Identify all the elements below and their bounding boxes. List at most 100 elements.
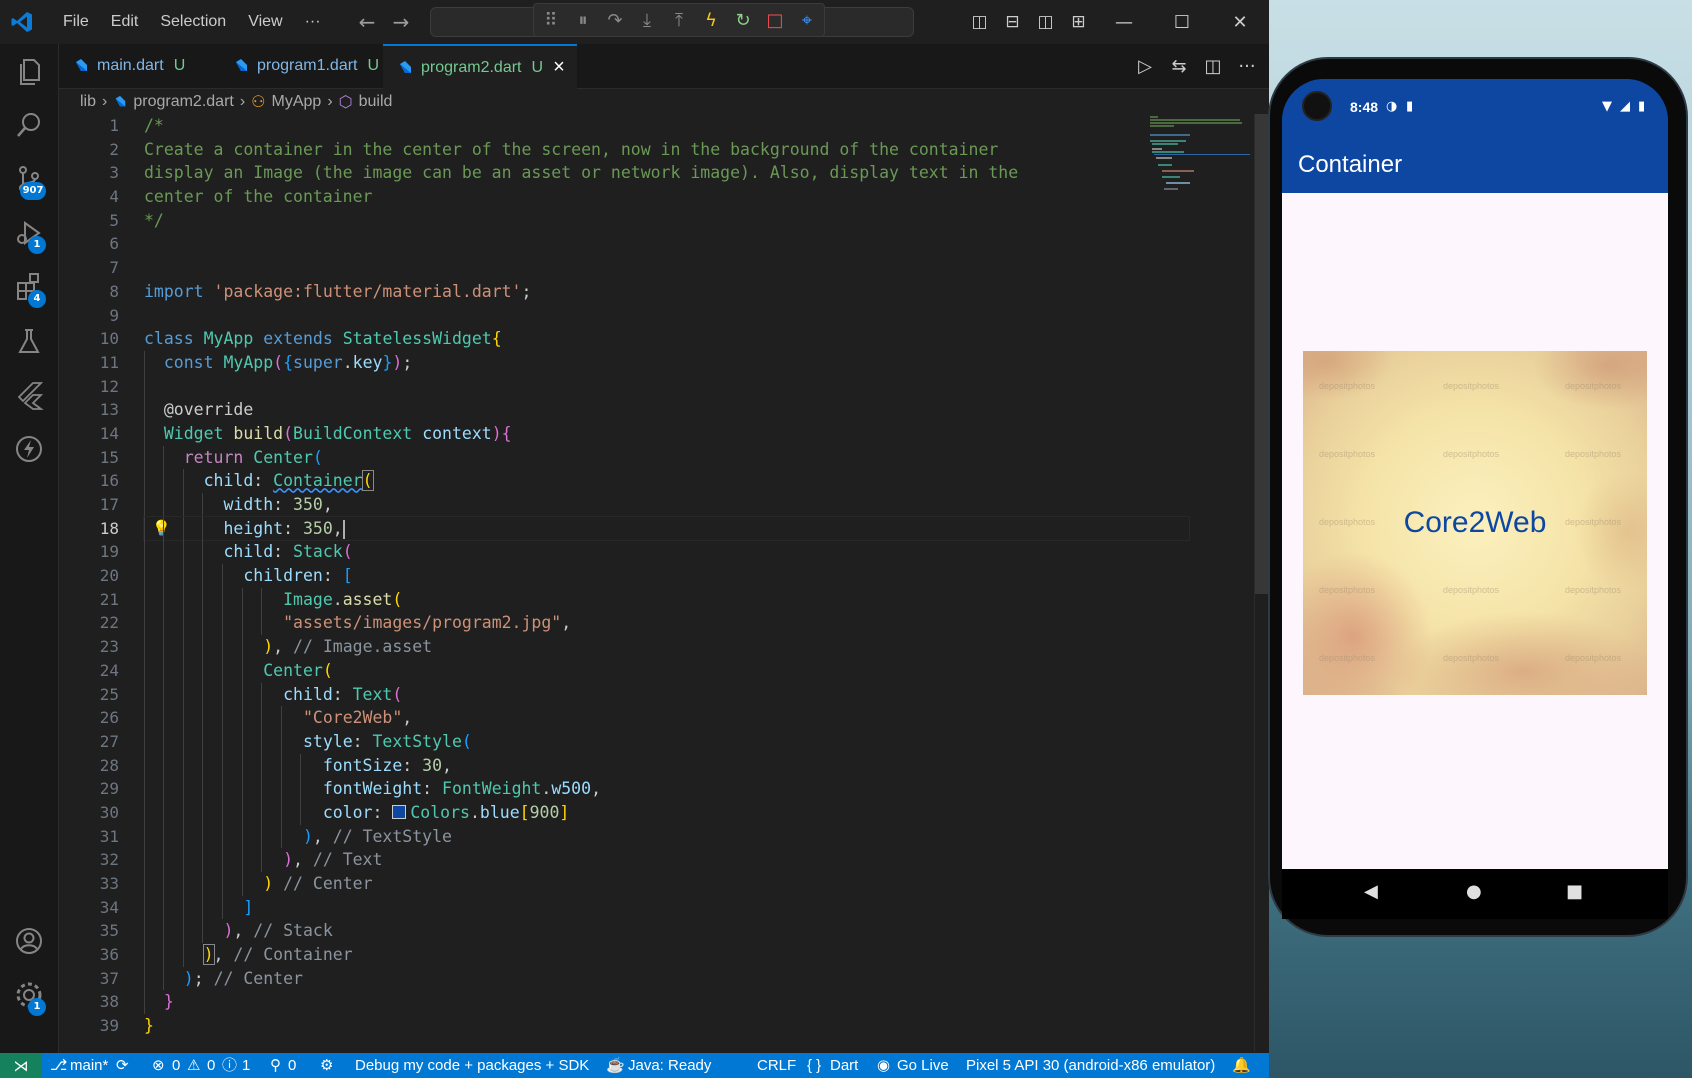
line-number[interactable]: 34 bbox=[59, 896, 119, 920]
more-actions-icon[interactable]: ··· bbox=[1237, 56, 1257, 77]
breadcrumb-file[interactable]: program2.dart bbox=[133, 93, 234, 111]
notifications-bell-icon[interactable]: 🔔 bbox=[1232, 1053, 1251, 1078]
language-mode[interactable]: Dart bbox=[830, 1053, 858, 1078]
nav-home-icon[interactable]: ● bbox=[1466, 881, 1482, 902]
line-number[interactable]: 33 bbox=[59, 872, 119, 896]
tab-main-dart[interactable]: main.dart U bbox=[73, 44, 223, 88]
hot-reload-icon[interactable]: ϟ bbox=[700, 10, 722, 31]
line-number[interactable]: 25 bbox=[59, 683, 119, 707]
ports-icon[interactable]: ⚲ bbox=[270, 1053, 281, 1078]
line-number[interactable]: 18 bbox=[59, 517, 119, 541]
menu-edit[interactable]: Edit bbox=[100, 13, 150, 31]
line-number[interactable]: 1 bbox=[59, 114, 119, 138]
scrollbar-thumb[interactable] bbox=[1255, 114, 1269, 594]
line-number[interactable]: 22 bbox=[59, 611, 119, 635]
search-icon[interactable] bbox=[0, 100, 58, 150]
line-number[interactable]: 38 bbox=[59, 990, 119, 1014]
sync-icon[interactable]: ⟳ bbox=[116, 1053, 129, 1078]
compare-changes-icon[interactable]: ⇆ bbox=[1169, 56, 1189, 77]
line-number[interactable]: 5 bbox=[59, 209, 119, 233]
source-control-icon[interactable]: 907 bbox=[0, 154, 58, 204]
line-number[interactable]: 3 bbox=[59, 161, 119, 185]
line-number[interactable]: 20 bbox=[59, 564, 119, 588]
maximize-icon[interactable]: ☐ bbox=[1153, 12, 1211, 33]
line-number[interactable]: 17 bbox=[59, 493, 119, 517]
line-number[interactable]: 28 bbox=[59, 754, 119, 778]
line-number[interactable]: 31 bbox=[59, 825, 119, 849]
restart-icon[interactable]: ↻ bbox=[732, 10, 754, 31]
line-number[interactable]: 29 bbox=[59, 777, 119, 801]
forward-arrow-icon[interactable]: → bbox=[390, 10, 412, 34]
editor-scrollbar[interactable] bbox=[1254, 114, 1269, 1052]
line-number[interactable]: 7 bbox=[59, 256, 119, 280]
step-into-icon[interactable]: ⤓ bbox=[636, 10, 658, 31]
code-editor[interactable]: 1 2 3 4 5 6 7 8 9 10 11 12 13 14 15 16 17 18 19 20 21 22 23 24 2… bbox=[59, 114, 1259, 1052]
line-number[interactable]: 30 bbox=[59, 801, 119, 825]
line-number[interactable]: 24 bbox=[59, 659, 119, 683]
breadcrumb-folder[interactable]: lib bbox=[80, 93, 96, 111]
line-number[interactable]: 2 bbox=[59, 138, 119, 162]
line-number[interactable]: 14 bbox=[59, 422, 119, 446]
run-debug-icon[interactable]: 1 bbox=[0, 208, 58, 258]
extensions-icon[interactable]: 4 bbox=[0, 262, 58, 312]
error-icon[interactable]: ⊗ bbox=[152, 1053, 165, 1078]
explorer-icon[interactable] bbox=[0, 46, 58, 96]
code-area[interactable]: /* Create a container in the center of t… bbox=[143, 114, 1190, 1038]
line-number[interactable]: 9 bbox=[59, 304, 119, 328]
settings-gear-icon[interactable]: 1 bbox=[0, 970, 58, 1020]
line-number[interactable]: 21 bbox=[59, 588, 119, 612]
customize-layout-icon[interactable]: ⊞ bbox=[1062, 12, 1095, 32]
line-number[interactable]: 35 bbox=[59, 919, 119, 943]
nav-recents-icon[interactable]: ■ bbox=[1566, 881, 1583, 902]
inspect-widget-icon[interactable]: ⌖ bbox=[796, 10, 818, 31]
close-tab-icon[interactable]: × bbox=[553, 56, 565, 79]
lightning-icon[interactable] bbox=[0, 424, 58, 474]
breadcrumb-method[interactable]: build bbox=[359, 93, 393, 111]
step-over-icon[interactable]: ↷ bbox=[604, 10, 626, 31]
pause-icon[interactable]: ⏸ bbox=[572, 10, 594, 31]
color-swatch[interactable] bbox=[392, 805, 407, 820]
menu-file[interactable]: File bbox=[52, 13, 100, 31]
nav-back-icon[interactable]: ◀ bbox=[1364, 881, 1378, 902]
device-selector[interactable]: Pixel 5 API 30 (android-x86 emulator) bbox=[966, 1053, 1215, 1078]
minimize-icon[interactable]: — bbox=[1095, 12, 1153, 33]
toggle-panel-icon[interactable]: ⊟ bbox=[996, 12, 1029, 32]
line-number[interactable]: 12 bbox=[59, 375, 119, 399]
line-number[interactable]: 4 bbox=[59, 185, 119, 209]
stop-icon[interactable]: □ bbox=[764, 10, 786, 31]
flutter-icon[interactable] bbox=[0, 370, 58, 420]
debug-mode[interactable]: Debug my code + packages + SDK bbox=[355, 1053, 589, 1078]
error-count[interactable]: 0 bbox=[172, 1053, 180, 1078]
line-number[interactable]: 13 bbox=[59, 398, 119, 422]
line-number[interactable]: 23 bbox=[59, 635, 119, 659]
account-icon[interactable] bbox=[0, 916, 58, 966]
line-ending[interactable]: CRLF bbox=[757, 1053, 796, 1078]
line-number[interactable]: 32 bbox=[59, 848, 119, 872]
toggle-sidebar-icon[interactable]: ◫ bbox=[963, 12, 996, 32]
info-icon[interactable]: ⓘ bbox=[222, 1053, 237, 1078]
line-number[interactable]: 26 bbox=[59, 706, 119, 730]
drag-handle-icon[interactable]: ⠿ bbox=[540, 10, 562, 31]
menu-view[interactable]: View bbox=[237, 13, 293, 31]
line-number[interactable]: 37 bbox=[59, 967, 119, 991]
step-out-icon[interactable]: ⤒ bbox=[668, 10, 690, 31]
line-number[interactable]: 6 bbox=[59, 232, 119, 256]
warning-count[interactable]: 0 bbox=[207, 1053, 215, 1078]
run-file-icon[interactable]: ▷ bbox=[1135, 56, 1155, 77]
minimap[interactable] bbox=[1150, 114, 1250, 204]
line-number[interactable]: 10 bbox=[59, 327, 119, 351]
line-number[interactable]: 19 bbox=[59, 540, 119, 564]
line-number[interactable]: 27 bbox=[59, 730, 119, 754]
warning-icon[interactable]: ⚠ bbox=[187, 1053, 200, 1078]
tab-program1-dart[interactable]: program1.dart U bbox=[233, 44, 403, 88]
menu-selection[interactable]: Selection bbox=[149, 13, 237, 31]
remote-indicator-icon[interactable]: ⋊ bbox=[0, 1053, 42, 1078]
split-editor-icon[interactable]: ◫ bbox=[1203, 56, 1223, 77]
line-number[interactable]: 36 bbox=[59, 943, 119, 967]
git-branch[interactable]: main* bbox=[70, 1053, 108, 1078]
line-number[interactable]: 39 bbox=[59, 1014, 119, 1038]
debug-config-icon[interactable]: ⚙ bbox=[320, 1053, 333, 1078]
line-number[interactable]: 15 bbox=[59, 446, 119, 470]
info-count[interactable]: 1 bbox=[242, 1053, 250, 1078]
tab-program2-dart[interactable]: program2.dart U × bbox=[383, 44, 577, 89]
